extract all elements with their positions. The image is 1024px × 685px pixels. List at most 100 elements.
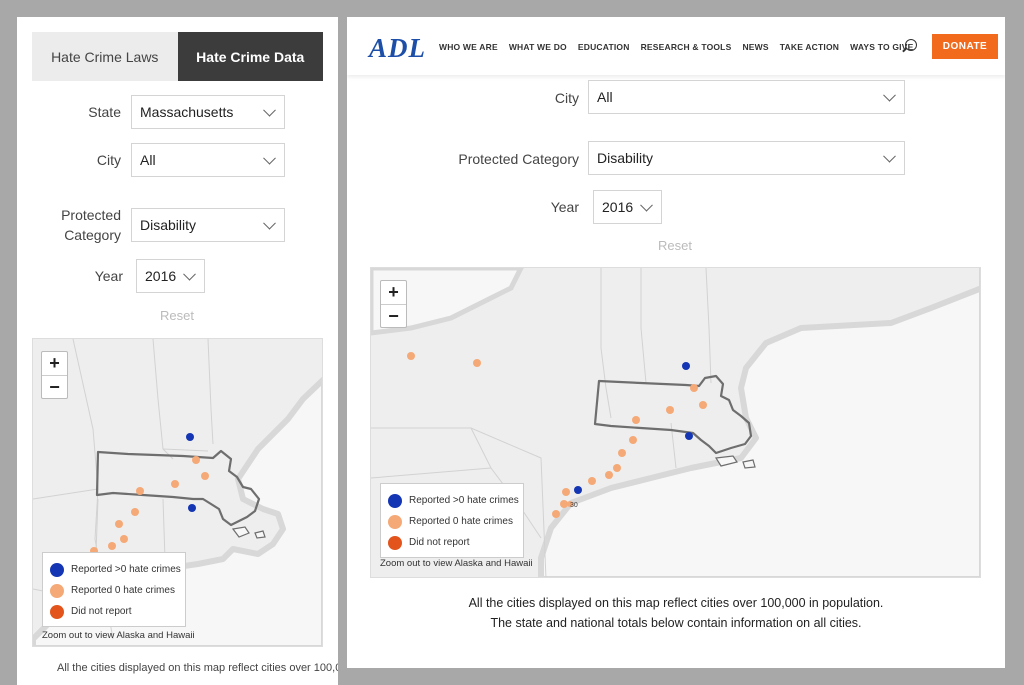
map-dot-reported[interactable]: [188, 504, 196, 512]
tab-hate-crime-laws[interactable]: Hate Crime Laws: [32, 32, 178, 81]
map-dot-reported[interactable]: [186, 433, 194, 441]
city-label: City: [96, 152, 121, 168]
map-dot-reported[interactable]: [682, 362, 690, 370]
year-label: Year: [94, 268, 123, 284]
legend-item: Reported >0 hate crimes: [50, 559, 181, 580]
map-dot-zero[interactable]: [632, 416, 640, 424]
chevron-down-icon: [883, 149, 896, 163]
nav-news[interactable]: NEWS: [742, 42, 768, 52]
year-label: Year: [550, 199, 579, 215]
reset-link[interactable]: Reset: [160, 308, 194, 323]
state-select[interactable]: Massachusetts: [131, 95, 285, 129]
category-label: Protected Category: [458, 151, 579, 167]
map-dot-zero[interactable]: [473, 359, 481, 367]
category-label-line2: Category: [64, 227, 121, 243]
legend-label: Reported >0 hate crimes: [71, 564, 181, 575]
map-dot-zero[interactable]: [560, 500, 568, 508]
map-dot-reported[interactable]: [685, 432, 693, 440]
zoom-out-note: Zoom out to view Alaska and Hawaii: [380, 558, 533, 569]
adl-logo[interactable]: ADL: [369, 33, 426, 64]
zoom-out-button[interactable]: −: [381, 304, 406, 327]
map-dot-zero[interactable]: [131, 508, 139, 516]
legend-dot-icon: [388, 493, 402, 508]
map-dot-zero[interactable]: [552, 510, 560, 518]
chevron-down-icon: [640, 198, 653, 212]
right-desktop-view: ADL WHO WE ARE WHAT WE DO EDUCATION RESE…: [347, 17, 1005, 668]
category-label: Protected Category: [47, 205, 121, 245]
map-caption-line1: All the cities displayed on this map ref…: [468, 596, 884, 610]
map-dot-zero[interactable]: [108, 542, 116, 550]
map-dot-zero[interactable]: [136, 487, 144, 495]
zoom-in-button[interactable]: +: [381, 281, 406, 304]
chevron-down-icon: [263, 151, 276, 165]
category-value: Disability: [140, 217, 197, 233]
search-icon[interactable]: [905, 39, 917, 51]
legend-label: Did not report: [409, 537, 470, 548]
city-select[interactable]: All: [131, 143, 285, 177]
legend-label: Reported 0 hate crimes: [409, 516, 513, 527]
legend-dot-icon: [388, 514, 402, 529]
main-nav: WHO WE ARE WHAT WE DO EDUCATION RESEARCH…: [439, 42, 924, 52]
map-dot-zero[interactable]: [562, 488, 570, 496]
year-select[interactable]: 2016: [593, 190, 662, 224]
legend-item: Did not report: [388, 532, 515, 553]
zoom-out-button[interactable]: −: [42, 375, 67, 398]
year-select[interactable]: 2016: [136, 259, 205, 293]
chevron-down-icon: [883, 88, 896, 102]
chevron-down-icon: [263, 103, 276, 117]
map-dot-zero[interactable]: [171, 480, 179, 488]
legend-dot-icon: [50, 562, 64, 577]
map-dot-zero[interactable]: [115, 520, 123, 528]
hate-crime-map[interactable]: + − Reported >0 hate crimes Reported 0 h…: [32, 338, 323, 647]
tab-hate-crime-data[interactable]: Hate Crime Data: [177, 32, 323, 81]
state-label: State: [88, 104, 121, 120]
nav-education[interactable]: EDUCATION: [578, 42, 630, 52]
legend-dot-icon: [388, 535, 402, 550]
zoom-control: + −: [380, 280, 407, 328]
city-label: City: [554, 90, 579, 106]
map-dot-reported[interactable]: [574, 486, 582, 494]
city-select[interactable]: All: [588, 80, 905, 114]
map-dot-zero[interactable]: [201, 472, 209, 480]
map-dot-zero[interactable]: [588, 477, 596, 485]
map-legend: Reported >0 hate crimes Reported 0 hate …: [42, 552, 186, 627]
category-value: Disability: [597, 150, 654, 166]
nav-research-tools[interactable]: RESEARCH & TOOLS: [641, 42, 732, 52]
map-dot-zero[interactable]: [618, 449, 626, 457]
hate-crime-map[interactable]: 30 + − Reported >0 hate crimes Reported …: [370, 267, 981, 578]
chevron-down-icon: [263, 216, 276, 230]
donate-button[interactable]: DONATE: [932, 34, 998, 59]
map-dot-zero[interactable]: [690, 384, 698, 392]
map-dot-label: 30: [570, 502, 578, 509]
zoom-out-note: Zoom out to view Alaska and Hawaii: [42, 630, 195, 641]
city-value: All: [597, 89, 613, 105]
left-mobile-view: Hate Crime Laws Hate Crime Data State Ma…: [17, 17, 338, 685]
legend-dot-icon: [50, 583, 64, 598]
map-dot-zero[interactable]: [629, 436, 637, 444]
legend-item: Did not report: [50, 601, 177, 622]
map-legend: Reported >0 hate crimes Reported 0 hate …: [380, 483, 524, 558]
nav-who-we-are[interactable]: WHO WE ARE: [439, 42, 498, 52]
nav-what-we-do[interactable]: WHAT WE DO: [509, 42, 567, 52]
zoom-in-button[interactable]: +: [42, 352, 67, 375]
legend-item: Reported >0 hate crimes: [388, 490, 519, 511]
site-header: ADL WHO WE ARE WHAT WE DO EDUCATION RESE…: [347, 17, 1005, 75]
legend-item: Reported 0 hate crimes: [50, 580, 177, 601]
reset-link[interactable]: Reset: [658, 238, 692, 253]
tab-bar: Hate Crime Laws Hate Crime Data: [32, 32, 323, 81]
map-dot-zero[interactable]: [605, 471, 613, 479]
map-dot-zero[interactable]: [192, 456, 200, 464]
category-select[interactable]: Disability: [588, 141, 905, 175]
map-caption-line2: The state and national totals below cont…: [490, 616, 862, 630]
zoom-control: + −: [41, 351, 68, 399]
map-dot-zero[interactable]: [666, 406, 674, 414]
map-dot-zero[interactable]: [699, 401, 707, 409]
caption-cut-off: All the cities displayed on this map ref…: [57, 662, 338, 674]
nav-take-action[interactable]: TAKE ACTION: [780, 42, 839, 52]
chevron-down-icon: [183, 267, 196, 281]
map-dot-zero[interactable]: [120, 535, 128, 543]
map-dot-zero[interactable]: [407, 352, 415, 360]
map-dot-zero[interactable]: [613, 464, 621, 472]
category-select[interactable]: Disability: [131, 208, 285, 242]
year-value: 2016: [602, 199, 634, 215]
